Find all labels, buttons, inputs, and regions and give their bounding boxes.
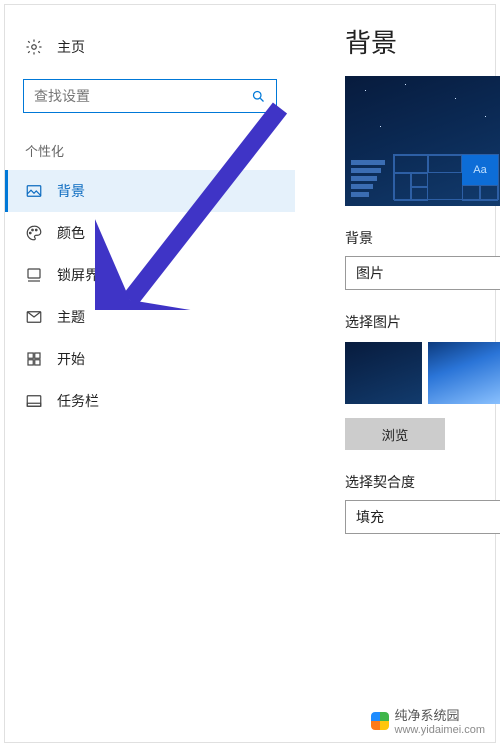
nav-item-start[interactable]: 开始 xyxy=(5,338,295,380)
nav-list: 背景 颜色 锁屏界面 主题 xyxy=(5,170,295,422)
search-placeholder: 查找设置 xyxy=(34,86,251,106)
watermark-logo-icon xyxy=(371,712,389,730)
section-label: 个性化 xyxy=(25,141,295,160)
window-frame: 主页 查找设置 个性化 背景 颜色 xyxy=(4,4,496,743)
home-link[interactable]: 主页 xyxy=(5,33,295,61)
watermark-url: www.yidaimei.com xyxy=(395,724,485,736)
main-content: 背景 Aa 背景 图片 xyxy=(345,23,500,534)
watermark: 纯净系统园 www.yidaimei.com xyxy=(371,705,485,736)
watermark-brand: 纯净系统园 xyxy=(395,705,485,724)
browse-button[interactable]: 浏览 xyxy=(345,418,445,450)
page-title: 背景 xyxy=(345,23,500,60)
browse-label: 浏览 xyxy=(382,425,409,444)
picture-thumb-2[interactable] xyxy=(428,342,500,404)
gear-icon xyxy=(25,38,43,56)
palette-icon xyxy=(25,224,43,242)
nav-label: 任务栏 xyxy=(57,391,99,411)
nav-item-themes[interactable]: 主题 xyxy=(5,296,295,338)
preview-aa-tile: Aa xyxy=(462,155,498,185)
fit-dropdown[interactable]: 填充 xyxy=(345,500,500,534)
taskbar-icon xyxy=(25,392,43,410)
nav-label: 颜色 xyxy=(57,223,85,243)
home-label: 主页 xyxy=(57,37,85,57)
nav-item-colors[interactable]: 颜色 xyxy=(5,212,295,254)
fit-label: 选择契合度 xyxy=(345,472,500,492)
picture-icon xyxy=(25,182,43,200)
nav-item-lockscreen[interactable]: 锁屏界面 xyxy=(5,254,295,296)
settings-sidebar: 主页 查找设置 个性化 背景 颜色 xyxy=(5,5,295,422)
nav-item-taskbar[interactable]: 任务栏 xyxy=(5,380,295,422)
search-input[interactable]: 查找设置 xyxy=(23,79,277,113)
lockscreen-icon xyxy=(25,266,43,284)
bg-mode-dropdown[interactable]: 图片 xyxy=(345,256,500,290)
picture-thumbnails xyxy=(345,342,500,404)
nav-label: 主题 xyxy=(57,307,85,327)
theme-icon xyxy=(25,308,43,326)
nav-label: 背景 xyxy=(57,181,85,201)
start-icon xyxy=(25,350,43,368)
background-preview: Aa xyxy=(345,76,500,206)
search-icon xyxy=(251,89,266,104)
picture-thumb-1[interactable] xyxy=(345,342,422,404)
nav-label: 锁屏界面 xyxy=(57,265,113,285)
bg-mode-value: 图片 xyxy=(356,263,384,283)
fit-value: 填充 xyxy=(356,507,384,527)
bg-mode-label: 背景 xyxy=(345,228,500,248)
choose-picture-label: 选择图片 xyxy=(345,312,500,332)
nav-item-background[interactable]: 背景 xyxy=(5,170,295,212)
nav-label: 开始 xyxy=(57,349,85,369)
